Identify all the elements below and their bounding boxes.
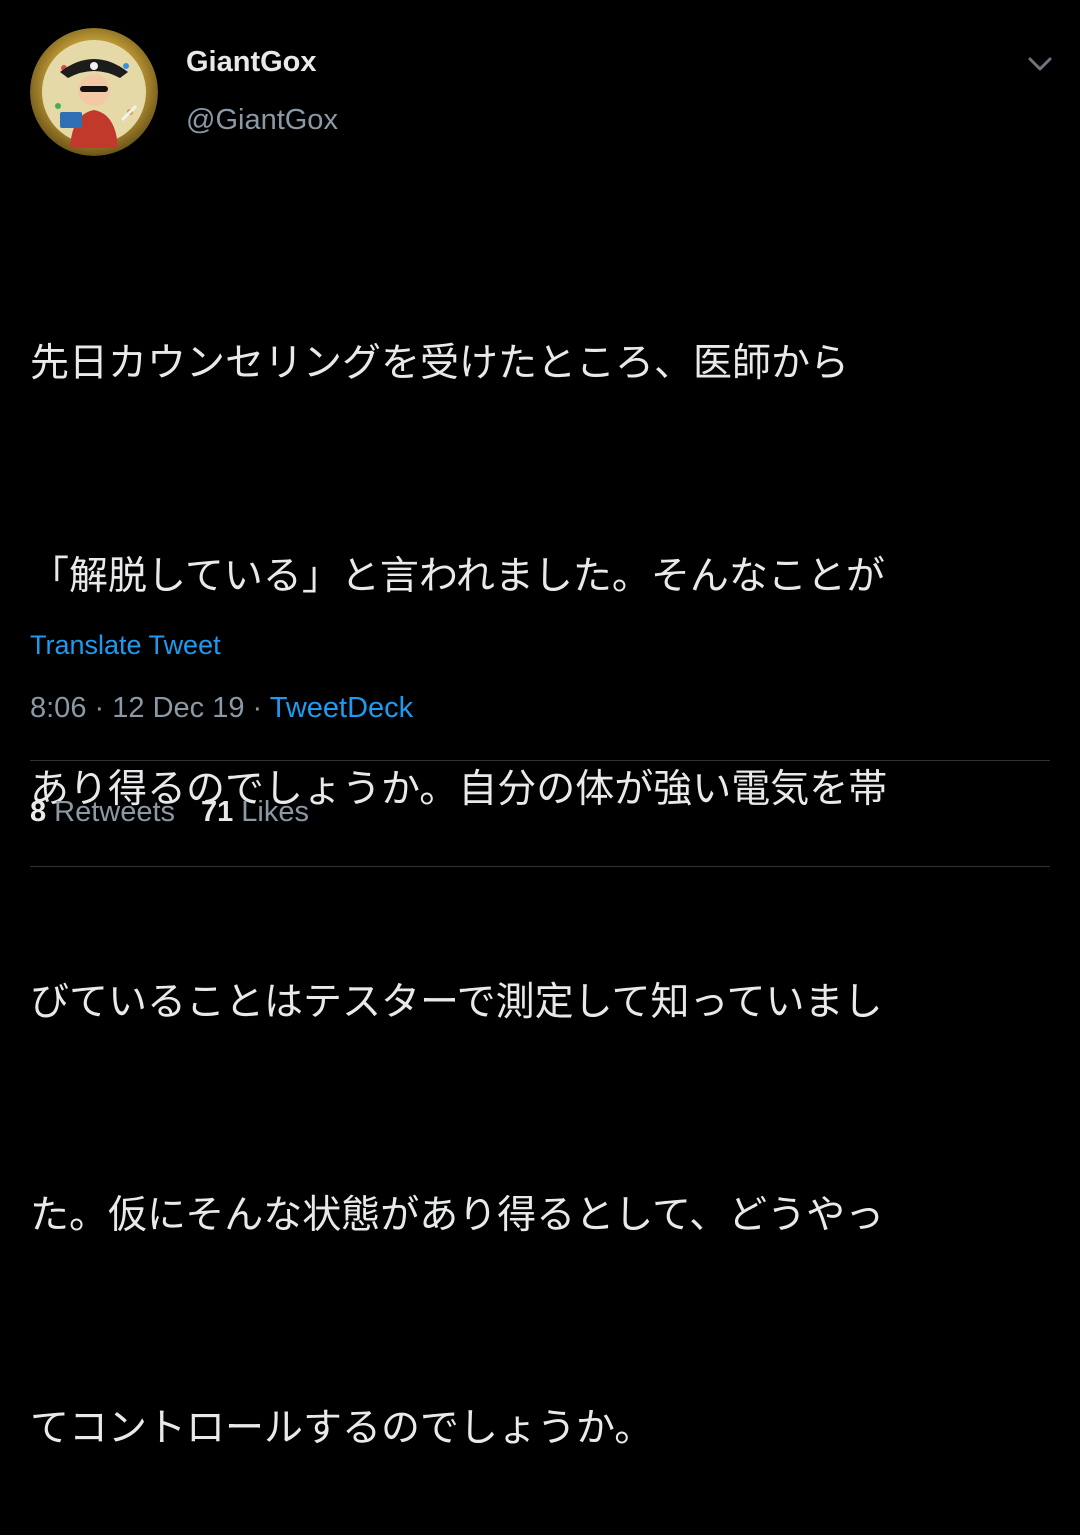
tweet-time: 8:06	[30, 692, 87, 724]
tweet-text-line: てコントロールするのでしょうか。	[30, 1406, 654, 1451]
likes-stat[interactable]: 71 Likes	[201, 796, 309, 829]
tweet-text-line: た。仮にそんな状態があり得るとして、どうやっ	[30, 1193, 885, 1238]
meta-separator: ·	[94, 692, 105, 724]
likes-label: Likes	[241, 796, 309, 828]
chevron-down-icon[interactable]	[1022, 52, 1058, 76]
engagement-stats: 8 Retweets 71 Likes	[30, 796, 335, 829]
tweet-source-link[interactable]: TweetDeck	[270, 692, 413, 724]
avatar[interactable]	[30, 28, 158, 156]
retweets-stat[interactable]: 8 Retweets	[30, 796, 175, 829]
author-display-name[interactable]: GiantGox	[186, 46, 317, 79]
tweet-text-line: 先日カウンセリングを受けたところ、医師から	[30, 341, 850, 386]
tweet-text-line: びていることはテスターで測定して知っていまし	[30, 980, 883, 1025]
author-handle[interactable]: @GiantGox	[186, 104, 338, 137]
tweet-text-line: 「解脱している」と言われました。そんなことが	[30, 554, 885, 599]
tweet-metadata: 8:06 · 12 Dec 19 · TweetDeck	[30, 692, 413, 725]
meta-separator: ·	[252, 692, 263, 724]
retweets-count: 8	[30, 796, 47, 828]
tweet-date: 12 Dec 19	[112, 692, 245, 724]
likes-count: 71	[201, 796, 234, 828]
tweet-text: 先日カウンセリングを受けたところ、医師から 「解脱している」と言われました。そん…	[30, 186, 1055, 1535]
divider	[30, 760, 1050, 761]
pirate-avatar-icon	[30, 28, 158, 156]
translate-tweet-link[interactable]: Translate Tweet	[30, 630, 221, 661]
divider	[30, 866, 1050, 867]
retweets-label: Retweets	[54, 796, 176, 828]
